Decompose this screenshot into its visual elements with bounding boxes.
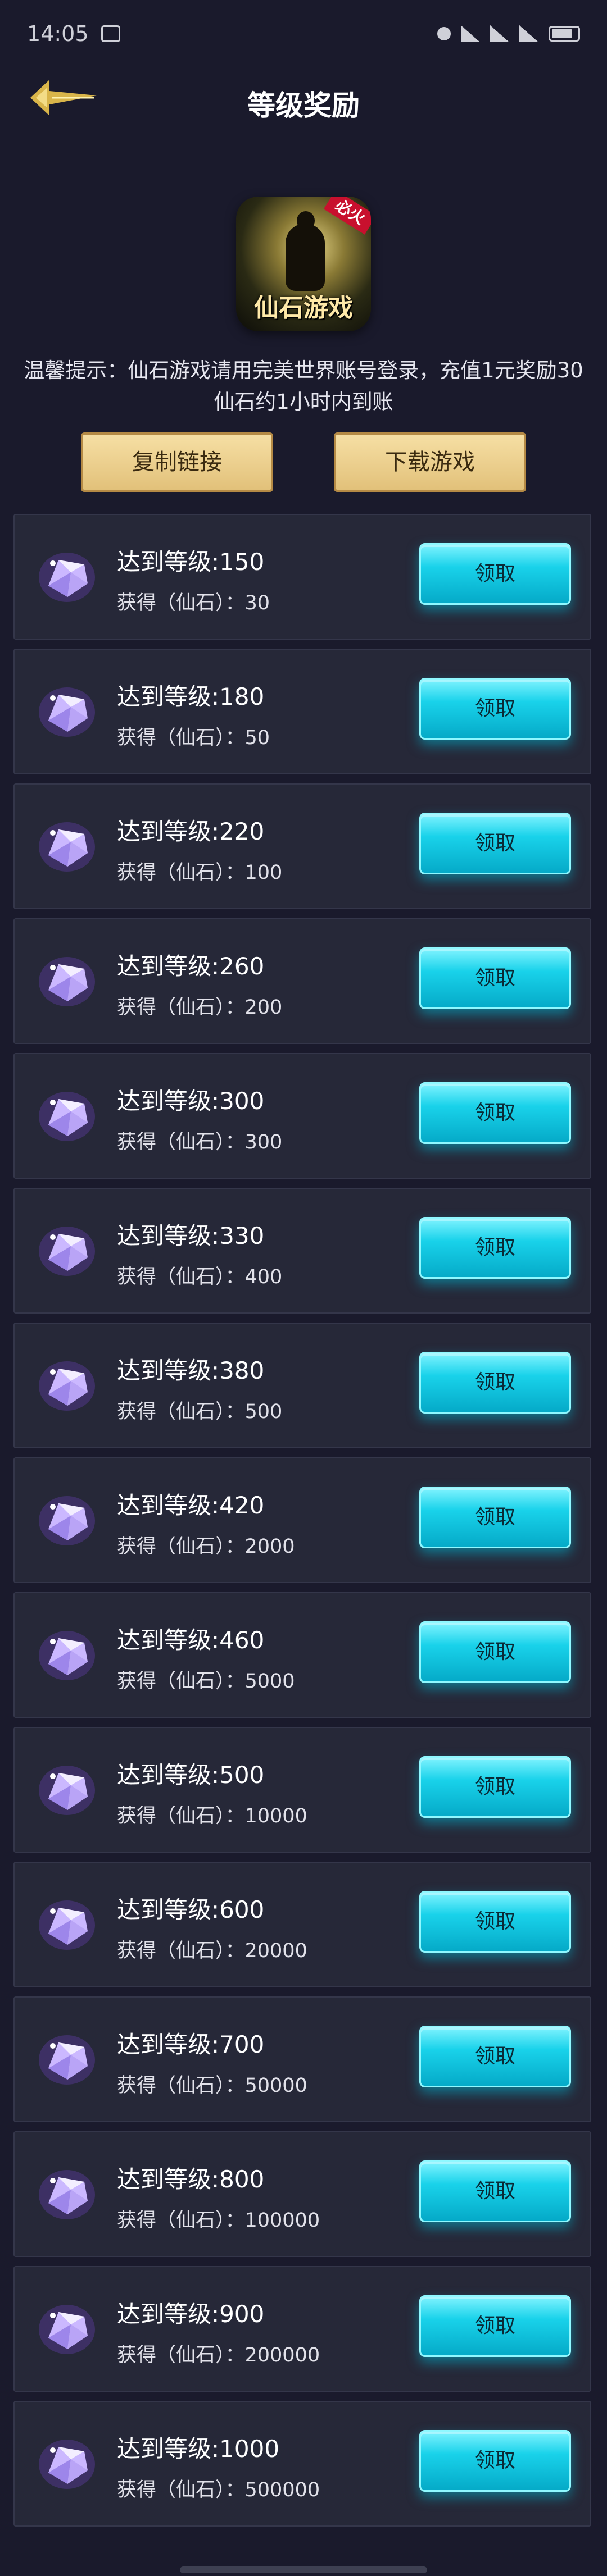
home-indicator[interactable] xyxy=(180,2566,427,2573)
signal-icon xyxy=(490,25,509,42)
reward-card: 达到等级:420 获得（仙石）：2000 领取 xyxy=(13,1457,591,1583)
gem-icon xyxy=(39,2305,95,2354)
claim-button[interactable]: 领取 xyxy=(419,2430,571,2492)
reward-amount: 获得（仙石）：200000 xyxy=(117,2344,320,2367)
signal-icon xyxy=(461,25,480,42)
reward-level: 达到等级:380 xyxy=(117,1357,265,1384)
reward-card: 达到等级:220 获得（仙石）：100 领取 xyxy=(13,783,591,909)
claim-button[interactable]: 领取 xyxy=(419,1082,571,1144)
notification-icon xyxy=(101,25,120,42)
reward-level: 达到等级:500 xyxy=(117,1761,265,1789)
reward-amount: 获得（仙石）：2000 xyxy=(117,1535,295,1558)
reward-amount: 获得（仙石）：5000 xyxy=(117,1670,295,1693)
reward-amount: 获得（仙石）：20000 xyxy=(117,1940,307,1962)
gem-icon xyxy=(39,687,95,737)
gem-icon xyxy=(39,2035,95,2085)
gem-icon xyxy=(39,1092,95,1141)
claim-button[interactable]: 领取 xyxy=(419,2160,571,2222)
reward-amount: 获得（仙石）：30 xyxy=(117,592,270,614)
reward-level: 达到等级:420 xyxy=(117,1492,265,1519)
reward-card: 达到等级:460 获得（仙石）：5000 领取 xyxy=(13,1592,591,1718)
reward-level: 达到等级:800 xyxy=(117,2165,265,2193)
claim-button[interactable]: 领取 xyxy=(419,1756,571,1818)
alarm-icon xyxy=(437,27,451,40)
reward-card: 达到等级:700 获得（仙石）：50000 领取 xyxy=(13,1996,591,2122)
gem-icon xyxy=(39,553,95,602)
reward-level: 达到等级:150 xyxy=(117,548,265,576)
claim-button[interactable]: 领取 xyxy=(419,678,571,740)
reward-amount: 获得（仙石）：100000 xyxy=(117,2209,320,2232)
nav-bar: 等级奖励 xyxy=(0,67,607,132)
claim-button[interactable]: 领取 xyxy=(419,813,571,874)
gem-icon xyxy=(39,2440,95,2489)
battery-icon xyxy=(549,26,580,42)
reward-level: 达到等级:220 xyxy=(117,818,265,845)
claim-button[interactable]: 领取 xyxy=(419,1487,571,1548)
gem-icon xyxy=(39,1631,95,1680)
gem-icon xyxy=(39,1900,95,1950)
reward-amount: 获得（仙石）：500 xyxy=(117,1401,283,1423)
copy-link-button[interactable]: 复制链接 xyxy=(81,432,273,492)
app-icon-figure xyxy=(286,211,325,291)
claim-button[interactable]: 领取 xyxy=(419,2026,571,2087)
download-game-button[interactable]: 下载游戏 xyxy=(334,432,526,492)
reward-card: 达到等级:380 获得（仙石）：500 领取 xyxy=(13,1323,591,1448)
reward-amount: 获得（仙石）：400 xyxy=(117,1266,283,1288)
gem-icon xyxy=(39,957,95,1006)
gem-icon xyxy=(39,2170,95,2219)
reward-level: 达到等级:330 xyxy=(117,1222,265,1250)
gem-icon xyxy=(39,1496,95,1545)
reward-card: 达到等级:180 获得（仙石）：50 领取 xyxy=(13,649,591,774)
claim-button[interactable]: 领取 xyxy=(419,1621,571,1683)
reward-card: 达到等级:500 获得（仙石）：10000 领取 xyxy=(13,1727,591,1853)
gem-icon xyxy=(39,1227,95,1276)
claim-button[interactable]: 领取 xyxy=(419,1352,571,1414)
reward-amount: 获得（仙石）：100 xyxy=(117,861,283,884)
reward-card: 达到等级:150 获得（仙石）：30 领取 xyxy=(13,514,591,640)
reward-level: 达到等级:1000 xyxy=(117,2435,280,2463)
reward-level: 达到等级:460 xyxy=(117,1626,265,1654)
reward-card: 达到等级:330 获得（仙石）：400 领取 xyxy=(13,1188,591,1314)
gem-icon xyxy=(39,822,95,872)
reward-card: 达到等级:1000 获得（仙石）：500000 领取 xyxy=(13,2401,591,2527)
reward-level: 达到等级:300 xyxy=(117,1087,265,1115)
reward-card: 达到等级:600 获得（仙石）：20000 领取 xyxy=(13,1862,591,1987)
claim-button[interactable]: 领取 xyxy=(419,947,571,1009)
app-icon-badge: 必火 xyxy=(323,197,371,235)
reward-amount: 获得（仙石）：300 xyxy=(117,1131,283,1153)
tip-text: 温馨提示：仙石游戏请用完美世界账号登录，充值1元奖励30仙石约1小时内到账 xyxy=(24,358,583,414)
reward-amount: 获得（仙石）：200 xyxy=(117,996,283,1019)
reward-card: 达到等级:300 获得（仙石）：300 领取 xyxy=(13,1053,591,1179)
reward-level: 达到等级:700 xyxy=(117,2031,265,2058)
reward-level: 达到等级:180 xyxy=(117,683,265,710)
reward-level: 达到等级:260 xyxy=(117,952,265,980)
wifi-icon xyxy=(519,25,538,42)
app-icon-name: 仙石游戏 xyxy=(254,294,353,322)
reward-amount: 获得（仙石）：50 xyxy=(117,727,270,749)
claim-button[interactable]: 领取 xyxy=(419,1891,571,1953)
app-icon: 必火 仙石游戏 xyxy=(236,197,371,331)
page-title: 等级奖励 xyxy=(247,89,360,122)
reward-card: 达到等级:800 获得（仙石）：100000 领取 xyxy=(13,2131,591,2257)
status-time: 14:05 xyxy=(27,21,89,46)
reward-card: 达到等级:260 获得（仙石）：200 领取 xyxy=(13,918,591,1044)
reward-level: 达到等级:600 xyxy=(117,1896,265,1923)
claim-button[interactable]: 领取 xyxy=(419,543,571,605)
status-bar: 14:05 xyxy=(0,0,607,67)
reward-level: 达到等级:900 xyxy=(117,2300,265,2328)
reward-amount: 获得（仙石）：50000 xyxy=(117,2075,307,2097)
reward-card: 达到等级:900 获得（仙石）：200000 领取 xyxy=(13,2266,591,2392)
gem-icon xyxy=(39,1766,95,1815)
claim-button[interactable]: 领取 xyxy=(419,1217,571,1279)
gem-icon xyxy=(39,1361,95,1411)
reward-amount: 获得（仙石）：500000 xyxy=(117,2479,320,2501)
claim-button[interactable]: 领取 xyxy=(419,2295,571,2357)
reward-amount: 获得（仙石）：10000 xyxy=(117,1805,307,1827)
